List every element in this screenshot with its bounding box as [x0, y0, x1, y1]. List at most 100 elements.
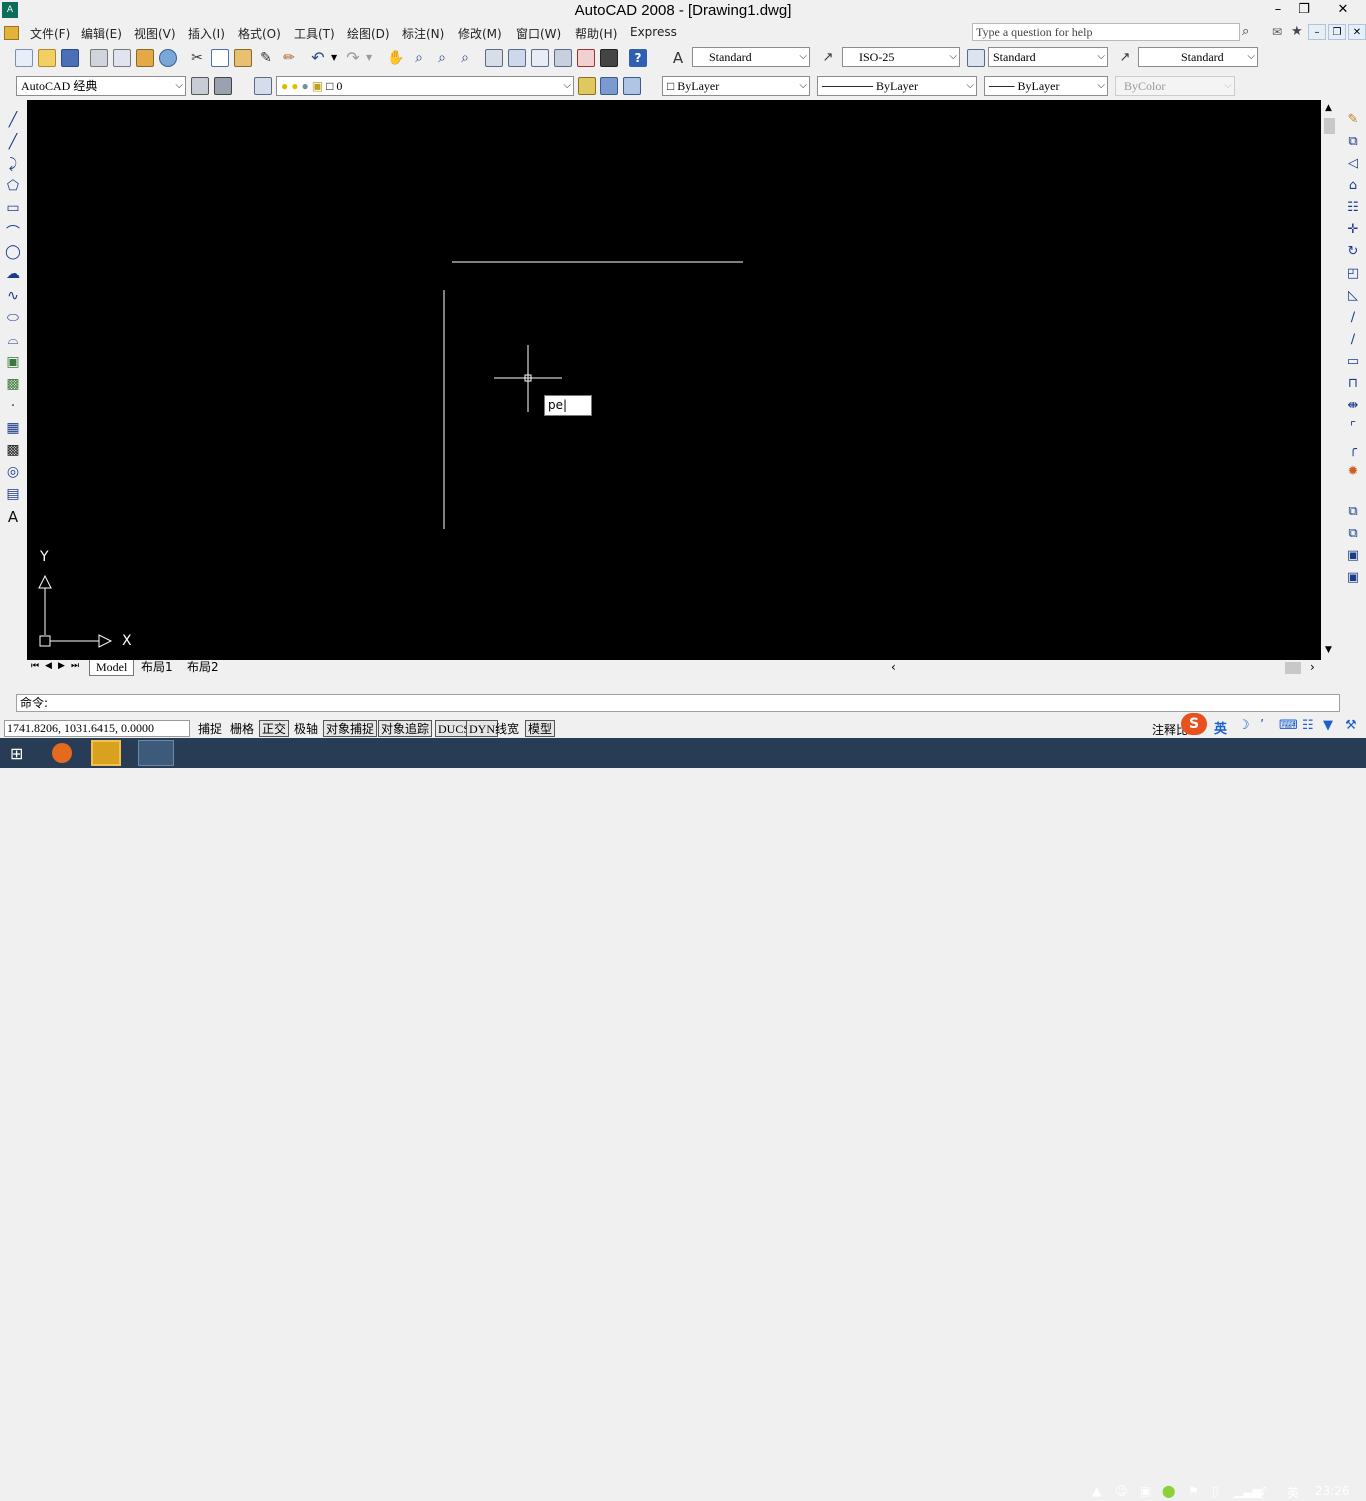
- plot-preview-icon[interactable]: [113, 49, 131, 67]
- first-tab-icon[interactable]: ⏮: [31, 661, 39, 671]
- lineweight-toggle[interactable]: 线宽: [492, 720, 522, 737]
- move-icon[interactable]: ✛: [1344, 222, 1362, 240]
- scroll-right-icon[interactable]: ›: [1310, 660, 1315, 674]
- security-icon[interactable]: ⬤: [1162, 1484, 1175, 1498]
- ellipse-icon[interactable]: ⬭: [4, 310, 22, 328]
- skin-shirt-icon[interactable]: ▼: [1323, 718, 1333, 733]
- multiline-text-icon[interactable]: A: [4, 508, 22, 526]
- scroll-down-icon[interactable]: ▼: [1325, 645, 1332, 655]
- windows-start-icon[interactable]: ⊞: [10, 744, 23, 763]
- extend-icon[interactable]: ∕: [1344, 332, 1362, 350]
- tab-layout1[interactable]: 布局1: [135, 660, 179, 676]
- workspace-select[interactable]: AutoCAD 经典 ⌵: [16, 76, 186, 96]
- line-icon[interactable]: ╱: [4, 112, 22, 130]
- sogou-ime-logo[interactable]: S: [1181, 713, 1207, 735]
- zoom-window-icon[interactable]: ⌕: [433, 49, 451, 67]
- network-icon[interactable]: ▣: [1140, 1484, 1151, 1498]
- save-icon[interactable]: [61, 49, 79, 67]
- layer-properties-icon[interactable]: [254, 77, 272, 95]
- close-button[interactable]: ✕: [1330, 0, 1356, 20]
- undo-dropdown-icon[interactable]: ▼: [331, 53, 337, 62]
- search-icon[interactable]: ⌕: [1242, 24, 1258, 40]
- explode-icon[interactable]: ✹: [1344, 464, 1362, 482]
- document-icon[interactable]: [4, 26, 19, 40]
- undo-icon[interactable]: ↶: [309, 49, 327, 67]
- coordinates-display[interactable]: 1741.8206, 1031.6415, 0.0000: [4, 720, 190, 737]
- help-icon[interactable]: ?: [629, 49, 647, 67]
- table-icon[interactable]: ▤: [4, 486, 22, 504]
- mleader-style-icon[interactable]: ↗: [1116, 49, 1134, 67]
- text-style-select[interactable]: Standard ⌵: [692, 47, 810, 67]
- horizontal-scrollbar[interactable]: ‹ ›: [883, 660, 1321, 676]
- mleader-style-select[interactable]: Standard ⌵: [1138, 47, 1258, 67]
- layer-states-icon[interactable]: [623, 77, 641, 95]
- menu-edit[interactable]: 编辑(E): [81, 25, 122, 42]
- punctuation-icon[interactable]: ’: [1260, 718, 1264, 733]
- publish-icon[interactable]: [136, 49, 154, 67]
- match-properties-icon[interactable]: ✎: [257, 49, 275, 67]
- erase-icon[interactable]: ✎: [1344, 112, 1362, 130]
- ortho-toggle[interactable]: 正交: [259, 720, 290, 737]
- scroll-up-icon[interactable]: ▲: [1325, 103, 1332, 113]
- redo-icon[interactable]: ↷: [344, 49, 362, 67]
- menu-view[interactable]: 视图(V): [134, 25, 176, 42]
- make-block-icon[interactable]: ▩: [4, 376, 22, 394]
- 3d-dwf-icon[interactable]: [159, 49, 177, 67]
- menu-help[interactable]: 帮助(H): [575, 25, 617, 42]
- chamfer-icon[interactable]: ⌜: [1344, 420, 1362, 438]
- make-object-layer-current-icon[interactable]: [578, 77, 596, 95]
- communication-center-icon[interactable]: ✉: [1272, 24, 1288, 40]
- menu-insert[interactable]: 插入(I): [188, 25, 225, 42]
- hatch-icon[interactable]: ▦: [4, 420, 22, 438]
- zoom-previous-icon[interactable]: ⌕: [456, 49, 474, 67]
- osnap-toggle[interactable]: 对象捕捉: [323, 720, 378, 737]
- tool-palettes-icon[interactable]: [531, 49, 549, 67]
- grid-toggle[interactable]: 栅格: [227, 720, 257, 737]
- menu-format[interactable]: 格式(O): [238, 25, 281, 42]
- presentation-app-icon[interactable]: [91, 740, 121, 766]
- clock[interactable]: 23:26: [1315, 1484, 1350, 1498]
- restore-button[interactable]: ❐: [1291, 0, 1317, 20]
- text-style-icon[interactable]: A: [669, 49, 687, 67]
- autocad-taskbar-icon[interactable]: [138, 740, 174, 766]
- doc-close-button[interactable]: ✕: [1348, 24, 1366, 40]
- copy-object-icon[interactable]: ⧉: [1344, 134, 1362, 152]
- insert-block-icon[interactable]: ▣: [4, 354, 22, 372]
- table-style-icon[interactable]: [967, 49, 985, 67]
- circle-icon[interactable]: ◯: [4, 244, 22, 262]
- power-icon[interactable]: ▯: [1212, 1484, 1219, 1498]
- point-icon[interactable]: ·: [4, 398, 22, 416]
- stretch-icon[interactable]: ◺: [1344, 288, 1362, 306]
- wrench-icon[interactable]: ⚒: [1345, 718, 1357, 733]
- menu-draw[interactable]: 绘图(D): [347, 25, 390, 42]
- keyboard-icon[interactable]: ⌨: [1279, 718, 1298, 733]
- qq-icon[interactable]: ☺: [1115, 1484, 1128, 1498]
- dim-style-select[interactable]: ISO-25 ⌵: [842, 47, 960, 67]
- dim-style-icon[interactable]: ↗: [819, 49, 837, 67]
- revision-cloud-icon[interactable]: ☁: [4, 266, 22, 284]
- join-icon[interactable]: ⇼: [1344, 398, 1362, 416]
- markup-icon[interactable]: [577, 49, 595, 67]
- pan-icon[interactable]: ✋: [387, 49, 405, 67]
- tab-layout2[interactable]: 布局2: [181, 660, 225, 676]
- menu-tools[interactable]: 工具(T): [294, 25, 335, 42]
- prev-tab-icon[interactable]: ◀: [45, 661, 52, 671]
- workspace-settings-icon[interactable]: [191, 77, 209, 95]
- favorites-star-icon[interactable]: ★: [1291, 24, 1307, 40]
- offset-icon[interactable]: ⌂: [1344, 178, 1362, 196]
- minimize-button[interactable]: –: [1265, 0, 1291, 20]
- properties-icon[interactable]: [485, 49, 503, 67]
- tab-model[interactable]: Model: [89, 660, 135, 676]
- model-toggle[interactable]: 模型: [525, 720, 556, 737]
- taskbar-lang[interactable]: 英: [1287, 1484, 1299, 1501]
- rotate-icon[interactable]: ↻: [1344, 244, 1362, 262]
- scroll-left-icon[interactable]: ‹: [891, 660, 896, 674]
- menu-dimension[interactable]: 标注(N): [402, 25, 444, 42]
- mirror-icon[interactable]: ◁: [1344, 156, 1362, 174]
- layer-previous-icon[interactable]: [600, 77, 618, 95]
- send-to-back-icon[interactable]: ⧉: [1344, 526, 1362, 544]
- bring-above-icon[interactable]: ▣: [1344, 548, 1362, 566]
- break-icon[interactable]: ⊓: [1344, 376, 1362, 394]
- menu-file[interactable]: 文件(F): [30, 25, 70, 42]
- ellipse-arc-icon[interactable]: ⌓: [4, 332, 22, 350]
